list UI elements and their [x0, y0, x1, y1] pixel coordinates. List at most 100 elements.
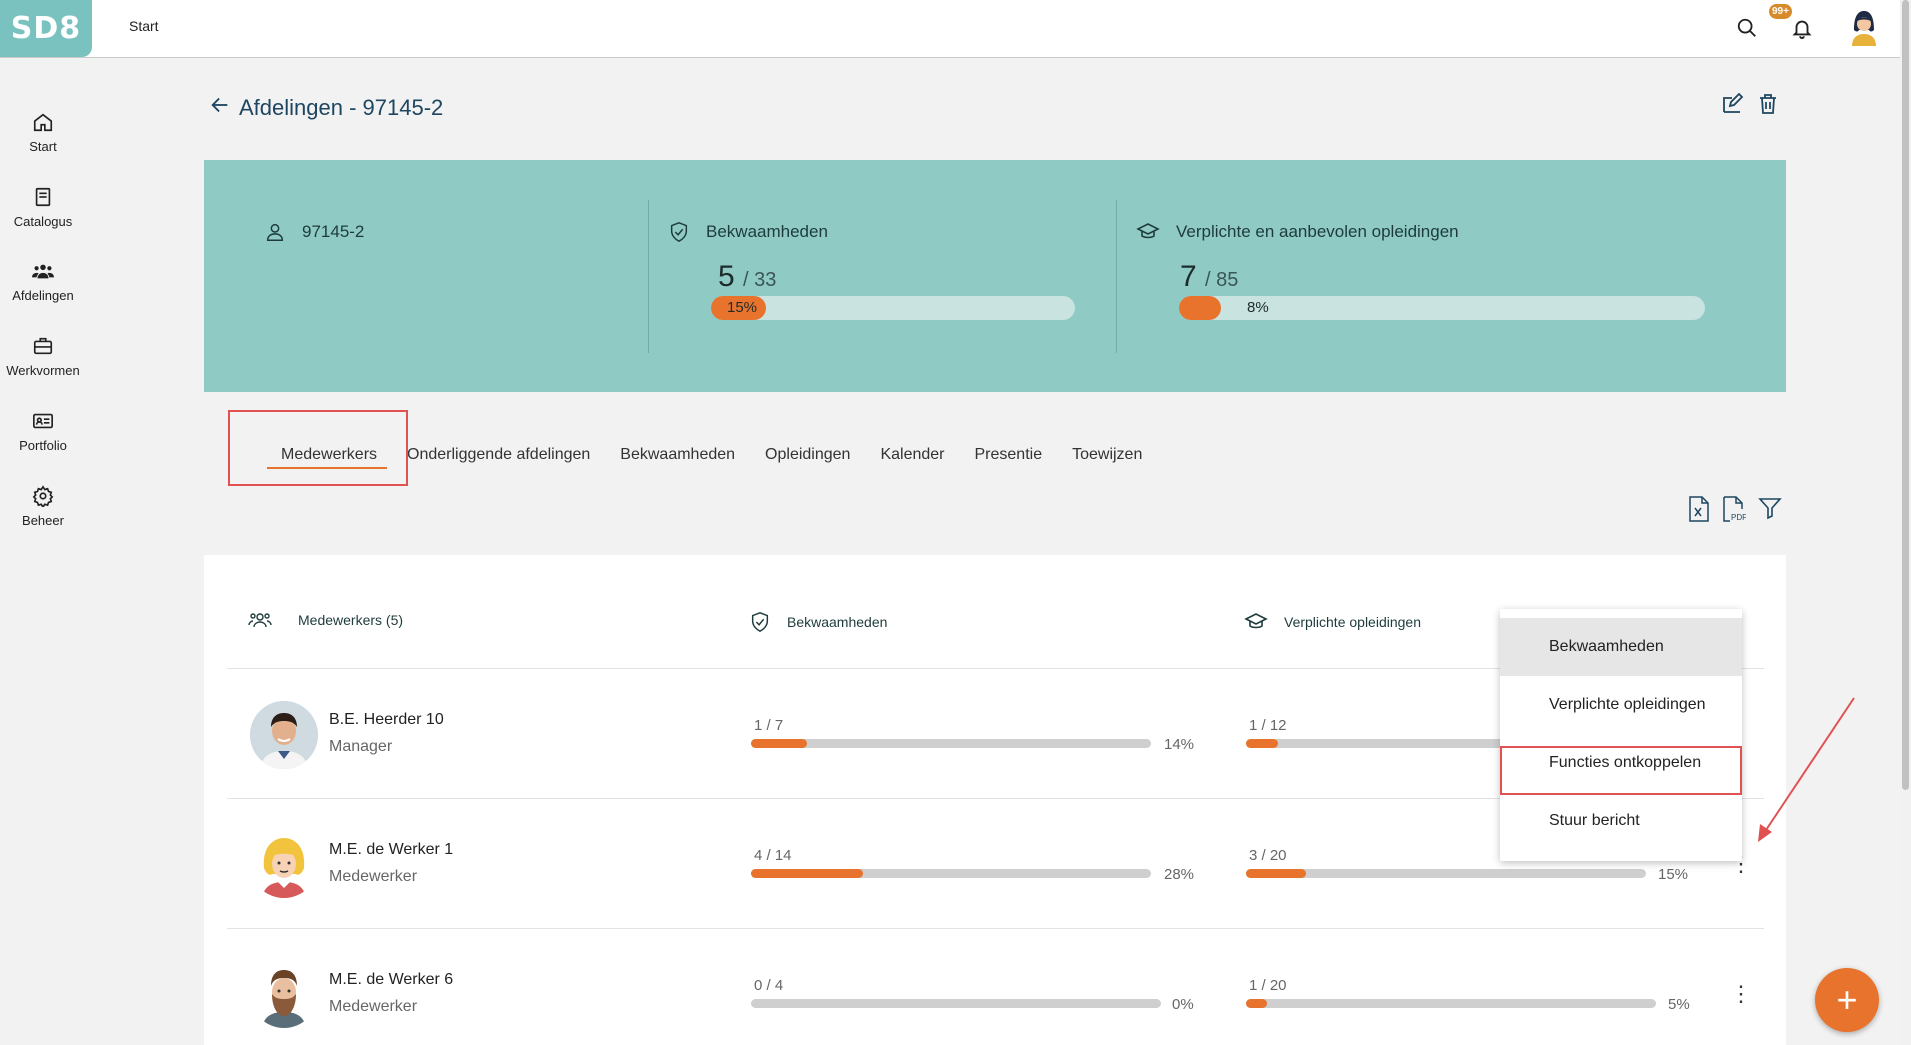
skills-label: Bekwaamheden — [706, 222, 828, 241]
tab-opleidingen[interactable]: Opleidingen — [750, 446, 865, 464]
sidebar-item-start[interactable]: Start — [0, 111, 86, 154]
row-more-icon[interactable]: ⋮ — [1730, 983, 1752, 1005]
export-tools: PDF — [1688, 496, 1782, 527]
divider — [648, 200, 649, 353]
highlight-box-tab — [228, 410, 408, 486]
avatar — [250, 960, 318, 1028]
breadcrumb[interactable]: Start — [129, 18, 159, 34]
trainings-bar-fill — [1246, 999, 1267, 1008]
app-logo[interactable]: SD8 — [0, 0, 92, 57]
shield-check-icon — [751, 612, 769, 632]
sidebar-item-werkvormen[interactable]: Werkvormen — [0, 335, 86, 378]
employee-role: Medewerker — [329, 998, 418, 1015]
page-title: Afdelingen - 97145-2 — [239, 95, 444, 120]
skills-percent: 14% — [1164, 736, 1195, 753]
menu-item-bekwaamheden[interactable]: Bekwaamheden — [1500, 618, 1742, 676]
employee-role: Medewerker — [329, 868, 418, 885]
trainings-fraction: 3 / 20 — [1249, 847, 1287, 864]
back-arrow-icon[interactable] — [209, 94, 231, 122]
skills-total: / 33 — [743, 269, 777, 291]
skills-fraction: 0 / 4 — [754, 977, 784, 994]
skills-bar — [751, 739, 1151, 748]
sidebar-item-label: Catalogus — [13, 214, 73, 229]
menu-item-verplichte-opleidingen[interactable]: Verplichte opleidingen — [1500, 676, 1742, 734]
user-avatar[interactable] — [1846, 8, 1882, 46]
header-employees-label: Medewerkers (5) — [298, 612, 404, 628]
tab-bekwaamheden[interactable]: Bekwaamheden — [605, 446, 750, 464]
scrollbar-thumb[interactable] — [1902, 0, 1909, 790]
tab-kalender[interactable]: Kalender — [865, 446, 959, 464]
skills-percent: 28% — [1164, 866, 1195, 883]
header-trainings-label: Verplichte opleidingen — [1284, 614, 1421, 630]
sidebar-item-afdelingen[interactable]: Afdelingen — [0, 260, 86, 303]
trainings-total: / 85 — [1205, 269, 1239, 291]
skills-percent: 0% — [1172, 996, 1194, 1013]
employee-name[interactable]: M.E. de Werker 1 — [329, 841, 453, 859]
book-icon — [35, 187, 51, 207]
row-context-menu: Bekwaamheden Verplichte opleidingen Func… — [1500, 609, 1742, 861]
sidebar-item-label: Portfolio — [19, 438, 67, 453]
notification-badge: 99+ — [1769, 4, 1792, 19]
highlight-box-menu — [1500, 746, 1742, 795]
trainings-progress-fill — [1179, 296, 1222, 320]
tab-toewijzen[interactable]: Toewijzen — [1057, 446, 1157, 464]
trainings-bar — [1246, 869, 1646, 878]
skills-bar-fill — [751, 869, 863, 878]
employee-name[interactable]: M.E. de Werker 6 — [329, 971, 453, 989]
trainings-done: 7 — [1180, 260, 1197, 293]
trainings-summary: Verplichte en aanbevolen opleidingen 7 /… — [1136, 220, 1459, 294]
excel-icon[interactable] — [1688, 496, 1710, 527]
trainings-progress: 8% — [1179, 296, 1705, 320]
tab-presentie[interactable]: Presentie — [960, 446, 1058, 464]
divider — [1116, 200, 1117, 353]
header-skills: Bekwaamheden — [749, 610, 887, 634]
skills-summary: Bekwaamheden 5 / 33 — [668, 220, 828, 294]
department-summary: 97145-2 — [264, 220, 364, 244]
sidebar-item-catalogus[interactable]: Catalogus — [0, 186, 86, 229]
skills-bar-fill — [751, 739, 807, 748]
annotation-arrow — [1758, 697, 1855, 842]
pdf-icon[interactable]: PDF — [1722, 496, 1747, 527]
filter-icon[interactable] — [1758, 496, 1782, 527]
search-icon[interactable] — [1731, 12, 1763, 44]
skills-fraction: 4 / 14 — [754, 847, 792, 864]
summary-banner: 97145-2 Bekwaamheden 5 / 33 15% Verplich… — [204, 160, 1786, 392]
sidebar-item-portfolio[interactable]: Portfolio — [0, 410, 86, 453]
sidebar-item-beheer[interactable]: Beheer — [0, 485, 86, 528]
avatar — [250, 830, 318, 898]
sidebar-item-label: Afdelingen — [12, 288, 74, 303]
trainings-fraction: 1 / 20 — [1249, 977, 1287, 994]
skills-done: 5 — [718, 260, 735, 293]
shield-check-icon — [670, 222, 688, 242]
trash-icon[interactable] — [1756, 92, 1780, 121]
trainings-label: Verplichte en aanbevolen opleidingen — [1176, 222, 1459, 241]
gear-icon — [32, 485, 54, 507]
skills-fraction: 1 / 7 — [754, 717, 784, 734]
employee-role: Manager — [329, 738, 393, 755]
bell-icon[interactable] — [1786, 12, 1818, 44]
avatar — [250, 701, 318, 769]
group-icon — [32, 264, 54, 279]
sidebar-item-label: Start — [29, 139, 57, 154]
title-actions — [1720, 92, 1780, 121]
trainings-fraction: 1 / 12 — [1249, 717, 1287, 734]
edit-icon[interactable] — [1720, 92, 1744, 121]
id-card-icon — [33, 413, 53, 429]
add-button[interactable]: + — [1815, 968, 1879, 1032]
users-icon — [248, 613, 272, 628]
header-skills-label: Bekwaamheden — [787, 614, 888, 630]
sidebar-item-label: Beheer — [22, 513, 64, 528]
trainings-bar — [1246, 999, 1656, 1008]
tab-onderliggende-afdelingen[interactable]: Onderliggende afdelingen — [407, 446, 605, 464]
skills-percent: 15% — [727, 299, 758, 316]
skills-progress: 15% — [711, 296, 1075, 320]
menu-item-stuur-bericht[interactable]: Stuur bericht — [1500, 792, 1742, 850]
trainings-bar-fill — [1246, 869, 1306, 878]
skills-bar — [751, 869, 1151, 878]
trainings-percent: 15% — [1658, 866, 1689, 883]
skills-bar — [751, 999, 1161, 1008]
header-employees: Medewerkers (5) — [248, 610, 403, 630]
briefcase-icon — [33, 337, 53, 355]
user-icon — [266, 223, 284, 241]
employee-name[interactable]: B.E. Heerder 10 — [329, 711, 444, 729]
